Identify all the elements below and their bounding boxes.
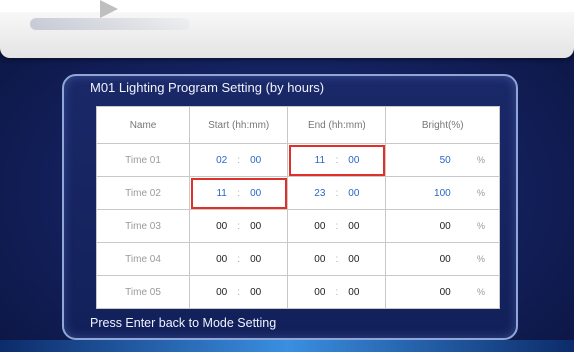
table-row: Time 02 11:00 23:00 100% (95, 176, 500, 210)
start-hour[interactable]: 02 (211, 155, 233, 166)
time-separator: : (237, 286, 241, 298)
time-separator: : (335, 187, 339, 199)
percent-sign: % (476, 154, 485, 165)
end-time-field[interactable]: 11:00 (287, 143, 387, 177)
column-header-start: Start (hh:mm) (189, 106, 289, 144)
start-hour[interactable]: 00 (211, 287, 233, 298)
end-hour[interactable]: 11 (309, 155, 331, 166)
brightness-value[interactable]: 00 (415, 254, 451, 265)
brightness-field[interactable]: 100% (385, 176, 500, 210)
percent-sign: % (476, 253, 485, 264)
time-separator: : (237, 253, 241, 265)
start-hour[interactable]: 11 (211, 188, 233, 199)
end-minute[interactable]: 00 (343, 155, 365, 166)
end-hour[interactable]: 23 (309, 188, 331, 199)
start-minute[interactable]: 00 (245, 221, 267, 232)
table-row: Time 03 00:00 00:00 00% (95, 209, 500, 243)
time-separator: : (335, 220, 339, 232)
footer-hint: Press Enter back to Mode Setting (90, 316, 277, 330)
time-separator: : (335, 286, 339, 298)
brightness-value[interactable]: 100 (415, 188, 451, 199)
start-time-field[interactable]: 00:00 (189, 242, 289, 276)
start-hour[interactable]: 00 (211, 254, 233, 265)
end-hour[interactable]: 00 (309, 254, 331, 265)
end-time-field[interactable]: 00:00 (287, 209, 387, 243)
program-table: Name Start (hh:mm) End (hh:mm) Bright(%)… (95, 106, 500, 309)
end-time-field[interactable]: 23:00 (287, 176, 387, 210)
brightness-field[interactable]: 50% (385, 143, 500, 177)
start-minute[interactable]: 00 (245, 188, 267, 199)
start-minute[interactable]: 00 (245, 155, 267, 166)
percent-sign: % (476, 220, 485, 231)
table-row: Time 04 00:00 00:00 00% (95, 242, 500, 276)
table-row: Time 01 02:00 11:00 50% (95, 143, 500, 177)
row-name: Time 03 (95, 209, 191, 243)
time-separator: : (335, 154, 339, 166)
end-minute[interactable]: 00 (343, 221, 365, 232)
column-header-name: Name (95, 106, 191, 144)
end-hour[interactable]: 00 (309, 221, 331, 232)
table-row: Time 05 00:00 00:00 00% (95, 275, 500, 309)
time-separator: : (237, 154, 241, 166)
end-minute[interactable]: 00 (343, 254, 365, 265)
start-minute[interactable]: 00 (245, 254, 267, 265)
play-arrow-icon (100, 0, 118, 18)
start-minute[interactable]: 00 (245, 287, 267, 298)
end-hour[interactable]: 00 (309, 287, 331, 298)
brightness-field[interactable]: 00% (385, 275, 500, 309)
top-bar-blurred-text (30, 18, 190, 30)
brightness-value[interactable]: 00 (415, 287, 451, 298)
start-time-field[interactable]: 02:00 (189, 143, 289, 177)
percent-sign: % (476, 286, 485, 297)
row-name: Time 02 (95, 176, 191, 210)
start-time-field[interactable]: 00:00 (189, 275, 289, 309)
column-header-bright: Bright(%) (385, 106, 500, 144)
start-hour[interactable]: 00 (211, 221, 233, 232)
brightness-field[interactable]: 00% (385, 209, 500, 243)
table-header: Name Start (hh:mm) End (hh:mm) Bright(%) (95, 106, 500, 144)
time-separator: : (237, 220, 241, 232)
time-separator: : (237, 187, 241, 199)
brightness-value[interactable]: 00 (415, 221, 451, 232)
bottom-glow (0, 340, 574, 352)
start-time-field[interactable]: 11:00 (189, 176, 289, 210)
row-name: Time 01 (95, 143, 191, 177)
end-time-field[interactable]: 00:00 (287, 275, 387, 309)
start-time-field[interactable]: 00:00 (189, 209, 289, 243)
time-separator: : (335, 253, 339, 265)
end-time-field[interactable]: 00:00 (287, 242, 387, 276)
end-minute[interactable]: 00 (343, 188, 365, 199)
brightness-field[interactable]: 00% (385, 242, 500, 276)
column-header-end: End (hh:mm) (287, 106, 387, 144)
row-name: Time 05 (95, 275, 191, 309)
row-name: Time 04 (95, 242, 191, 276)
top-bar (0, 0, 574, 58)
end-minute[interactable]: 00 (343, 287, 365, 298)
brightness-value[interactable]: 50 (415, 155, 451, 166)
percent-sign: % (476, 187, 485, 198)
panel-title: M01 Lighting Program Setting (by hours) (90, 80, 325, 95)
